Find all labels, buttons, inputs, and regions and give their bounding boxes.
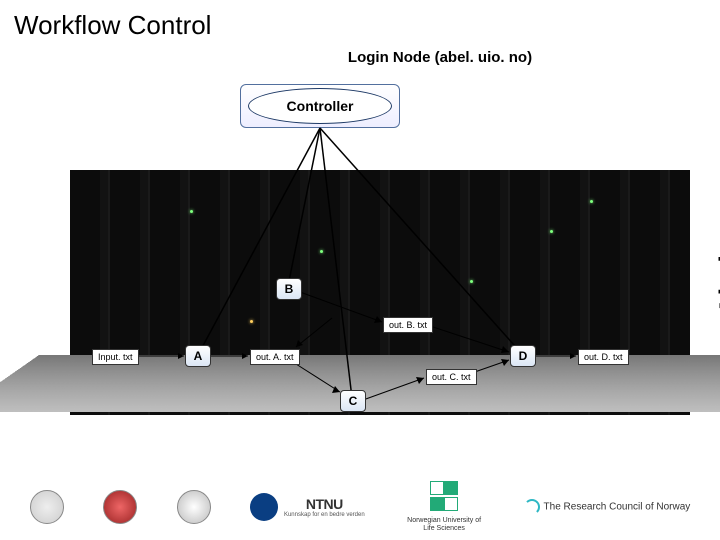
node-a: A (185, 345, 211, 367)
login-node-label: Login Node (abel. uio. no) (160, 49, 720, 66)
cluster-label: Abel (714, 255, 720, 316)
file-out-c: out. C. txt (426, 369, 477, 385)
logo-uit (177, 490, 211, 524)
file-input: Input. txt (92, 349, 139, 365)
footer-logos: NTNUKunnskap for en bedre verden Norwegi… (0, 479, 720, 534)
node-d: D (510, 345, 536, 367)
datacenter-photo (70, 170, 690, 415)
file-out-a: out. A. txt (250, 349, 300, 365)
file-out-b: out. B. txt (383, 317, 433, 333)
node-b: B (276, 278, 302, 300)
logo-crest-1 (30, 490, 64, 524)
logo-nmbu: Norwegian University of Life Sciences (404, 481, 484, 532)
logo-ntnu: NTNUKunnskap for en bedre verden (250, 493, 365, 521)
controller-label: Controller (248, 88, 392, 124)
page-title: Workflow Control (0, 0, 720, 41)
file-out-d: out. D. txt (578, 349, 629, 365)
controller-node: Controller (240, 84, 400, 128)
node-c: C (340, 390, 366, 412)
logo-rcn: The Research Council of Norway (524, 499, 691, 515)
logo-uio (103, 490, 137, 524)
